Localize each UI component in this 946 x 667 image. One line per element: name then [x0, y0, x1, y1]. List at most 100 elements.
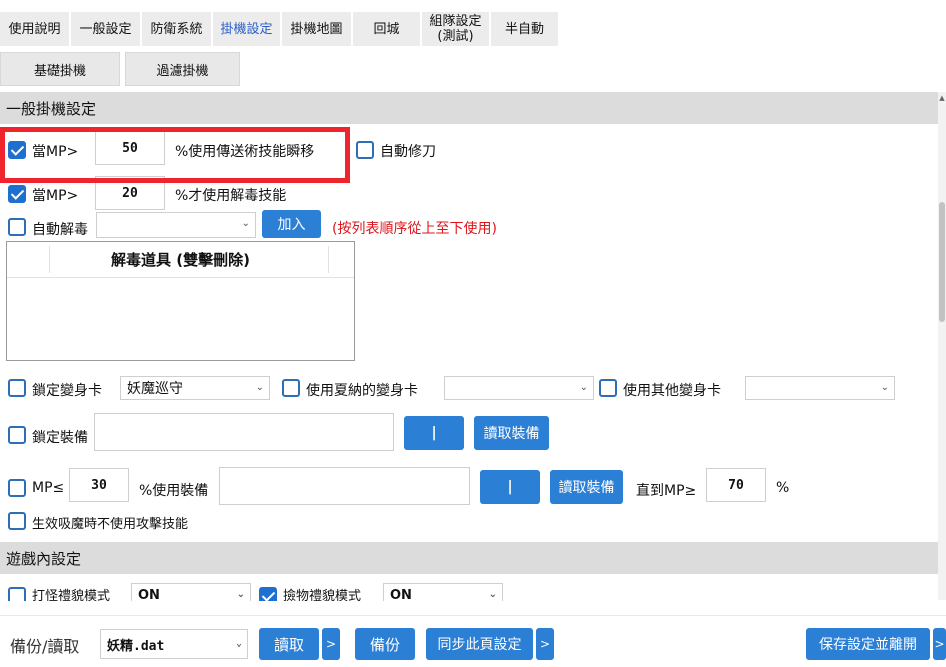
add-detox-label: 加入: [277, 217, 306, 233]
scrollbar[interactable]: ▲: [938, 92, 946, 600]
teleport-mp-input[interactable]: 50: [95, 131, 165, 165]
sync-arrow-label: >: [539, 637, 551, 651]
mp-equip-read-button[interactable]: 讀取裝備: [550, 470, 623, 504]
tab-defense-label: 防衛系統: [150, 21, 203, 37]
subtab-filter-label: 過濾掛機: [156, 63, 209, 79]
backup-label: 備份/讀取: [10, 637, 80, 656]
tab-semi-auto[interactable]: 半自動: [491, 12, 559, 46]
pickup-polite-label: 撿物禮貌模式: [283, 589, 362, 601]
attack-polite-select[interactable]: ON ⌄: [131, 583, 251, 601]
lock-equip-pipe-label: |: [431, 425, 437, 441]
backup-button-label: 備份: [369, 635, 400, 654]
save-arrow-label: >: [934, 637, 945, 651]
mp-equip-pipe-button[interactable]: |: [480, 470, 540, 504]
charna-transform-select[interactable]: ⌄: [444, 376, 594, 400]
section-general-title: 一般掛機設定: [6, 99, 97, 118]
until-mp-input[interactable]: 70: [706, 468, 766, 502]
tab-general-label: 一般設定: [79, 21, 132, 37]
other-transform-label: 使用其他變身卡: [623, 383, 721, 399]
save-leave-label: 保存設定並離開: [819, 637, 917, 653]
tab-afk-label: 掛機設定: [220, 21, 273, 37]
antidote-mp-input[interactable]: 20: [95, 176, 165, 210]
antidote-list-header-label: 解毒道具 (雙擊刪除): [111, 251, 250, 269]
read-arrow-button[interactable]: >: [322, 628, 340, 660]
list-column-right: [328, 246, 354, 273]
save-leave-button[interactable]: 保存設定並離開: [806, 628, 930, 660]
auto-detox-checkbox[interactable]: [8, 218, 26, 236]
bottom-bar: 備份/讀取 妖精.dat ⌄ 讀取 > 備份 同步此頁設定 > 保存設定並離開 …: [0, 615, 946, 667]
attack-polite-value: ON: [138, 587, 160, 602]
detox-item-select[interactable]: ⌄: [96, 212, 256, 238]
sync-page-button[interactable]: 同步此頁設定: [426, 628, 533, 660]
sync-page-label: 同步此頁設定: [437, 637, 522, 653]
mp-equip-suffix: %使用裝備: [139, 483, 209, 499]
tab-return-city[interactable]: 回城: [353, 12, 421, 46]
lock-equip-input[interactable]: [94, 413, 394, 451]
save-arrow-button[interactable]: >: [933, 628, 946, 660]
mp-equip-text[interactable]: [219, 467, 470, 505]
pickup-polite-select[interactable]: ON ⌄: [383, 583, 503, 601]
section-game-title: 遊戲內設定: [6, 549, 82, 568]
antidote-mp-label: 當MP>: [32, 188, 79, 204]
lock-equip-read-label: 讀取裝備: [483, 426, 540, 442]
teleport-mp-suffix: %使用傳送術技能瞬移: [175, 144, 315, 160]
chevron-down-icon: ⌄: [235, 638, 242, 649]
auto-repair-checkbox[interactable]: [356, 141, 374, 159]
teleport-mp-checkbox[interactable]: [8, 141, 26, 159]
lock-equip-checkbox[interactable]: [8, 426, 26, 444]
no-attack-label: 生效吸魔時不使用攻擊技能: [32, 517, 189, 532]
lock-equip-pipe-button[interactable]: |: [404, 416, 464, 450]
tab-party-label: 組隊設定: [429, 14, 482, 29]
charna-transform-label: 使用夏納的變身卡: [306, 383, 418, 399]
sync-arrow-button[interactable]: >: [536, 628, 554, 660]
other-transform-select[interactable]: ⌄: [745, 376, 895, 400]
config-file-select[interactable]: 妖精.dat ⌄: [100, 629, 248, 659]
chevron-down-icon: ⌄: [255, 382, 264, 393]
section-general-header: 一般掛機設定: [0, 92, 940, 124]
backup-button[interactable]: 備份: [355, 628, 415, 660]
scrollbar-thumb[interactable]: [939, 202, 945, 322]
tab-afk-map[interactable]: 掛機地圖: [282, 12, 352, 46]
tab-afk[interactable]: 掛機設定: [213, 12, 281, 46]
tab-help[interactable]: 使用說明: [0, 12, 70, 46]
lock-equip-label: 鎖定裝備: [32, 430, 88, 446]
lock-transform-value: 妖魔巡守: [127, 381, 183, 397]
tab-party-sublabel: (測試): [437, 29, 474, 44]
chevron-down-icon: ⌄: [579, 382, 588, 393]
antidote-mp-suffix: %才使用解毒技能: [175, 188, 287, 204]
add-detox-button[interactable]: 加入: [262, 210, 321, 238]
attack-polite-checkbox[interactable]: [8, 587, 26, 601]
tab-return-city-label: 回城: [373, 21, 400, 37]
lock-transform-select[interactable]: 妖魔巡守 ⌄: [120, 376, 270, 400]
tab-afk-map-label: 掛機地圖: [290, 21, 343, 37]
mp-equip-pipe-label: |: [507, 479, 513, 495]
mp-equip-input[interactable]: 30: [69, 468, 129, 502]
detox-order-note: (按列表順序從上至下使用): [332, 221, 497, 237]
antidote-list[interactable]: 解毒道具 (雙擊刪除): [6, 241, 355, 361]
chevron-down-icon: ⌄: [241, 218, 250, 229]
scroll-up-icon[interactable]: ▲: [938, 94, 946, 102]
tab-general[interactable]: 一般設定: [71, 12, 141, 46]
lock-equip-read-button[interactable]: 讀取裝備: [474, 416, 549, 450]
charna-transform-checkbox[interactable]: [282, 379, 300, 397]
auto-repair-label: 自動修刀: [380, 144, 436, 160]
other-transform-checkbox[interactable]: [599, 379, 617, 397]
lock-transform-checkbox[interactable]: [8, 379, 26, 397]
auto-detox-label: 自動解毒: [32, 222, 88, 238]
tab-help-label: 使用說明: [8, 21, 61, 37]
tab-party[interactable]: 組隊設定 (測試): [422, 12, 490, 46]
subtab-filter[interactable]: 過濾掛機: [125, 52, 240, 86]
pickup-polite-value: ON: [390, 587, 412, 602]
tab-defense[interactable]: 防衛系統: [142, 12, 212, 46]
attack-polite-label: 打怪禮貌模式: [32, 589, 111, 601]
mp-equip-checkbox[interactable]: [8, 479, 26, 497]
antidote-list-header: 解毒道具 (雙擊刪除): [7, 242, 354, 278]
chevron-down-icon: ⌄: [488, 589, 497, 600]
subtab-basic[interactable]: 基礎掛機: [0, 52, 120, 86]
no-attack-checkbox[interactable]: [8, 512, 26, 530]
antidote-mp-checkbox[interactable]: [8, 185, 26, 203]
tab-semi-auto-label: 半自動: [504, 21, 544, 37]
pickup-polite-checkbox[interactable]: [259, 587, 277, 601]
read-button[interactable]: 讀取: [259, 628, 319, 660]
read-label: 讀取: [273, 635, 304, 654]
